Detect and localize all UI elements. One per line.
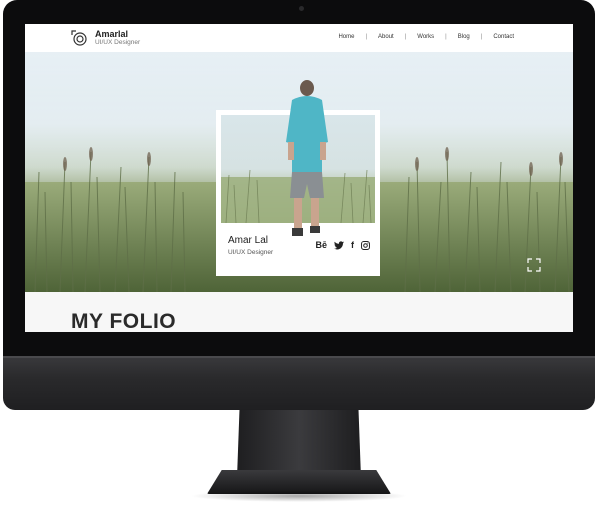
brand-name[interactable]: Amarlal: [95, 29, 128, 39]
monitor-stand-neck: [237, 410, 361, 478]
profile-name: Amar Lal: [228, 235, 269, 246]
camera-dot: [299, 6, 304, 11]
person-figure: [286, 80, 328, 236]
fullscreen-icon[interactable]: [527, 258, 541, 272]
nav-blog[interactable]: Blog: [447, 34, 481, 40]
section-title: MY FOLIO: [71, 310, 177, 332]
brand-tagline: UI/UX Designer: [95, 39, 141, 46]
facebook-icon[interactable]: f: [351, 240, 354, 250]
instagram-icon[interactable]: [361, 240, 370, 250]
nav-about[interactable]: About: [367, 34, 405, 40]
nav-works[interactable]: Works: [406, 34, 445, 40]
chin-highlight: [3, 356, 595, 358]
stand-shadow: [190, 490, 408, 502]
logo-icon[interactable]: [71, 30, 87, 46]
main-nav: Home | About | Works | Blog | Contact: [327, 34, 525, 40]
monitor-chin: [3, 356, 595, 410]
nav-home[interactable]: Home: [327, 34, 365, 40]
screen: Amarlal UI/UX Designer Home | About | Wo…: [25, 24, 573, 332]
nav-contact[interactable]: Contact: [482, 34, 525, 40]
profile-role: UI/UX Designer: [228, 249, 274, 256]
site-header: Amarlal UI/UX Designer Home | About | Wo…: [25, 24, 573, 52]
